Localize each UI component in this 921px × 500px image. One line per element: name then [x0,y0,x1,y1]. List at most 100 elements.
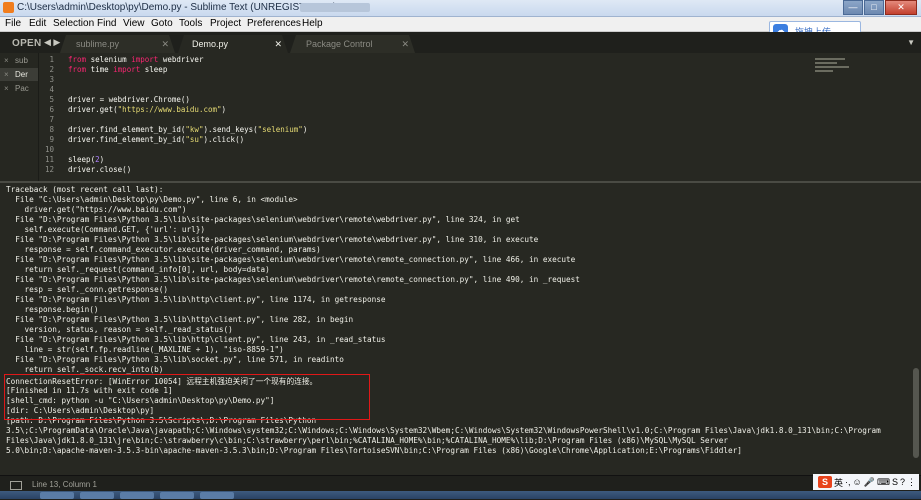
sogou-icon[interactable]: S [892,477,898,487]
output-line: self.execute(Command.GET, {'url': url}) [6,225,206,234]
tab-demo-py[interactable]: Demo.py ✕ [178,35,288,53]
taskbar [0,491,921,499]
tab-close-icon[interactable]: ✕ [401,35,409,53]
line-number: 3 [49,75,54,84]
line-number: 7 [49,115,54,124]
tab-bar: OPEN ◀ ▶ sublime.py ✕ Demo.py ✕ Package … [0,32,921,53]
output-line: File "D:\Program Files\Python 3.5\lib\si… [6,215,520,224]
window-title: C:\Users\admin\Desktop\py\Demo.py - Subl… [17,2,337,13]
blurred-region [300,3,370,12]
output-line: File "C:\Users\admin\Desktop\py\Demo.py"… [6,195,298,204]
taskbar-button[interactable] [160,492,194,499]
emoji-icon[interactable]: ☺ [853,477,862,487]
code-editor[interactable]: from selenium import webdriver from time… [68,53,808,181]
path-line: Files\Java\jdk1.8.0_131\jre\bin;C:\straw… [6,436,729,445]
output-line: File "D:\Program Files\Python 3.5\lib\si… [6,275,580,284]
maximize-button[interactable]: □ [864,0,884,15]
menu-goto[interactable]: Goto [151,18,173,29]
output-line: File "D:\Program Files\Python 3.5\lib\si… [6,235,539,244]
open-files-header: OPEN [12,38,42,49]
taskbar-button[interactable] [200,492,234,499]
menu-selection[interactable]: Selection [53,18,94,29]
code-line: driver.find_element_by_id("su").click() [68,135,245,144]
output-line: resp = self._conn.getresponse() [6,285,169,294]
line-number: 10 [44,145,54,154]
microphone-icon[interactable]: 🎤 [864,477,875,488]
system-tray: S 英 ·, ☺ 🎤 ⌨ S ? ⋮ [813,474,919,490]
close-icon[interactable]: × [4,56,9,65]
menu-tools[interactable]: Tools [179,18,202,29]
punctuation-icon[interactable]: ·, [845,477,851,487]
line-number: 8 [49,125,54,134]
output-line: Traceback (most recent call last): [6,185,164,194]
sidebar-file-demo[interactable]: Der [15,70,28,79]
line-number: 12 [44,165,54,174]
cursor-position: Line 13, Column 1 [32,480,97,489]
close-icon[interactable]: × [4,70,9,79]
build-output-panel[interactable]: Traceback (most recent call last): File … [0,183,921,475]
taskbar-button[interactable] [40,492,74,499]
path-line: 3.5\;C:\ProgramData\Oracle\Java\javapath… [6,426,881,435]
output-line: return self._request(command_info[0], ur… [6,265,270,274]
menu-find[interactable]: Find [97,18,116,29]
tab-nav-arrows[interactable]: ◀ ▶ [44,37,60,48]
ime-language[interactable]: 英 [834,476,843,489]
close-button[interactable]: ✕ [885,0,917,15]
code-line: from selenium import webdriver [68,55,204,64]
taskbar-button[interactable] [120,492,154,499]
tab-label: Demo.py [192,39,229,49]
tab-sublime-py[interactable]: sublime.py ✕ [60,35,175,53]
menu-file[interactable]: File [5,18,21,29]
output-line: driver.get("https://www.baidu.com") [6,205,187,214]
panel-toggle-icon[interactable] [10,481,22,490]
keyboard-icon[interactable]: ⌨ [877,477,890,488]
menu-help[interactable]: Help [302,18,323,29]
tab-dropdown-icon[interactable]: ▼ [907,38,915,47]
taskbar-button[interactable] [80,492,114,499]
output-line: File "D:\Program Files\Python 3.5\lib\ht… [6,335,386,344]
line-number: 6 [49,105,54,114]
tab-package-control-messages[interactable]: Package Control Messages ✕ [290,35,415,53]
console-scrollbar[interactable] [913,183,919,475]
line-number: 2 [49,65,54,74]
output-line: File "D:\Program Files\Python 3.5\lib\ht… [6,295,386,304]
minimize-button[interactable]: — [843,0,863,15]
menu-project[interactable]: Project [210,18,241,29]
tab-close-icon[interactable]: ✕ [274,35,282,53]
output-line: File "D:\Program Files\Python 3.5\lib\si… [6,255,576,264]
output-line: response.begin() [6,305,99,314]
code-line: driver = webdriver.Chrome() [68,95,190,104]
tab-label: sublime.py [76,39,120,49]
help-icon[interactable]: ? [900,477,905,487]
sublime-app-icon [3,2,14,13]
menu-bar: File Edit Selection Find View Goto Tools… [0,17,921,40]
output-line: File "D:\Program Files\Python 3.5\lib\ht… [6,315,354,324]
tab-close-icon[interactable]: ✕ [161,35,169,53]
window-controls: — □ ✕ [842,0,917,15]
editor-scrollbar[interactable] [911,53,921,181]
menu-preferences[interactable]: Preferences [247,18,301,29]
line-number: 1 [49,55,54,64]
code-line: sleep(2) [68,155,105,164]
line-number: 11 [44,155,54,164]
line-number: 5 [49,95,54,104]
scroll-thumb[interactable] [913,368,919,458]
error-highlight-box [4,374,370,420]
code-line: driver.get("https://www.baidu.com") [68,105,227,114]
ime-icon[interactable]: S [818,476,833,488]
close-icon[interactable]: × [4,84,9,93]
sidebar-file-package[interactable]: Pac [15,84,29,93]
menu-view[interactable]: View [123,18,145,29]
output-line: File "D:\Program Files\Python 3.5\lib\so… [6,355,344,364]
minimap[interactable] [815,58,855,78]
output-line: line = str(self.fp.readline(_MAXLINE + 1… [6,345,284,354]
line-number: 9 [49,135,54,144]
code-line: from time import sleep [68,65,168,74]
output-line: return self._sock.recv_into(b) [6,365,164,374]
sidebar-file-sublime[interactable]: sub [15,56,28,65]
code-line: driver.close() [68,165,132,174]
line-number-gutter: 1 2 3 4 5 6 7 8 9 10 11 12 [38,53,60,181]
output-line: version, status, reason = self._read_sta… [6,325,233,334]
more-icon[interactable]: ⋮ [907,477,916,488]
menu-edit[interactable]: Edit [29,18,46,29]
